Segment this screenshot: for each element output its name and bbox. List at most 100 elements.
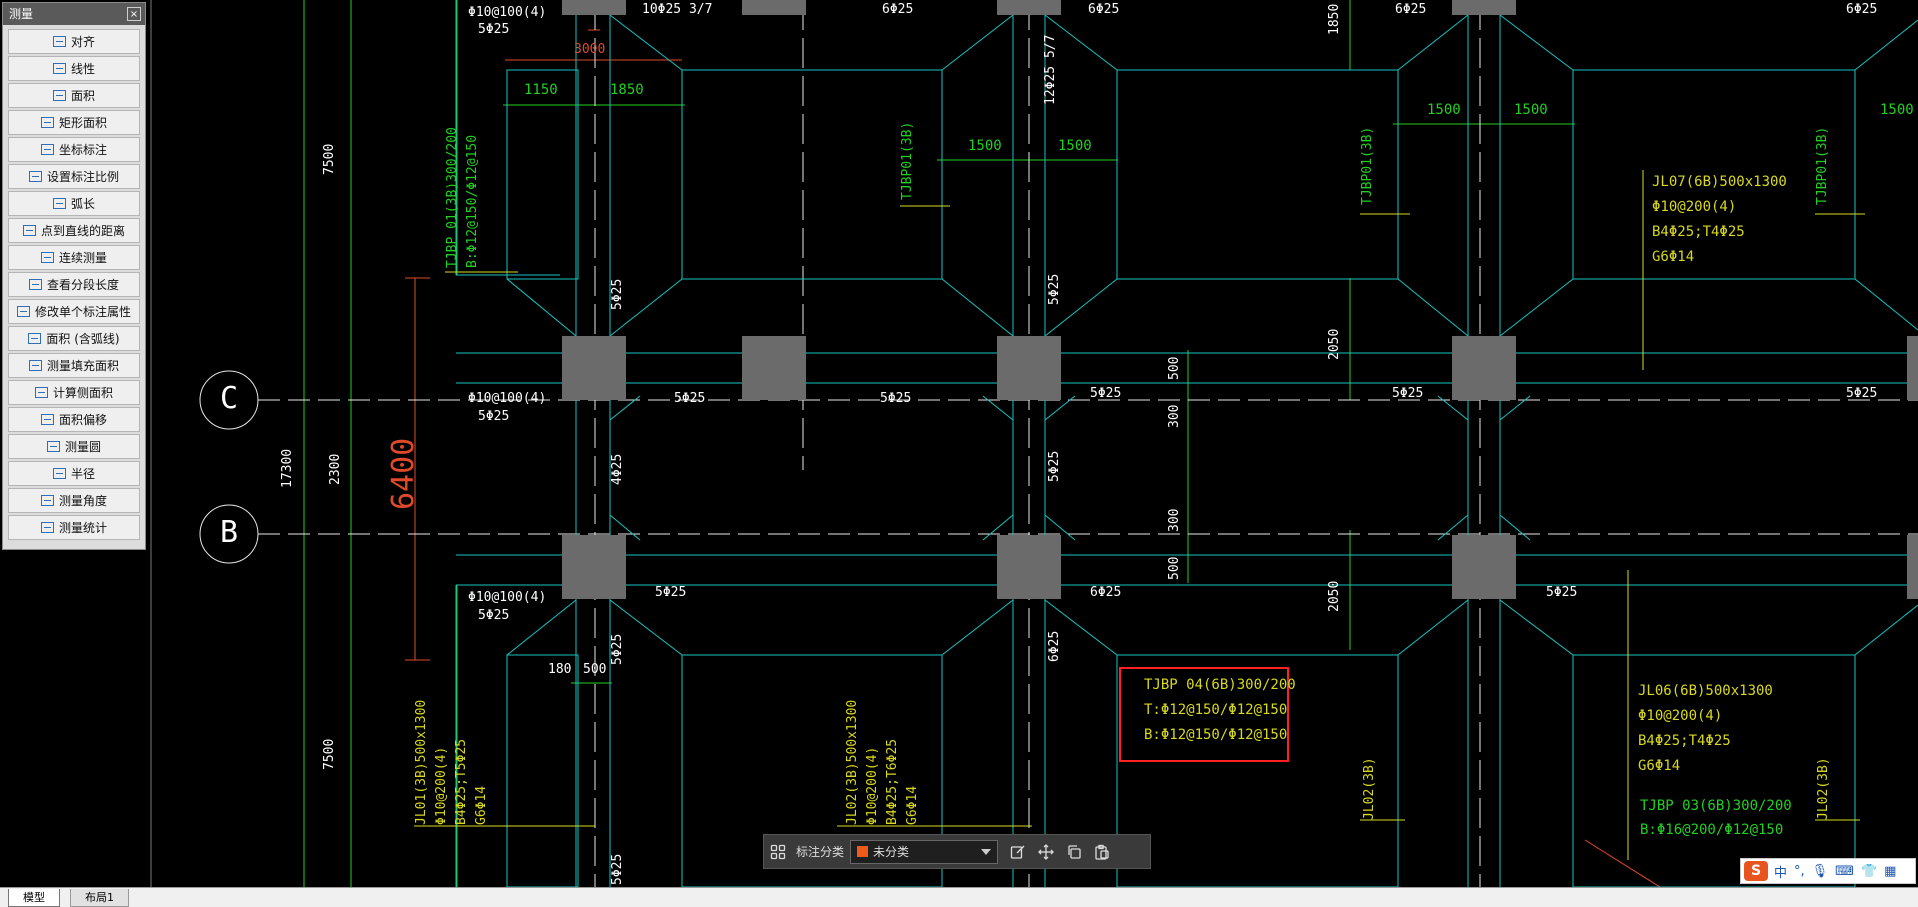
dim-text: 1500 bbox=[1427, 102, 1461, 118]
tjbp01-label: TJBP 01(3B)300/200 B:Φ12@150/Φ12@150 bbox=[443, 127, 483, 268]
category-label: 标注分类 bbox=[796, 845, 845, 859]
dim-text: 2050 bbox=[1327, 580, 1342, 612]
dim-text: 7500 bbox=[322, 143, 337, 175]
close-button[interactable]: × bbox=[127, 7, 141, 21]
tool-angle[interactable]: 测量角度 bbox=[8, 488, 140, 513]
tool-set-scale[interactable]: 设置标注比例 bbox=[8, 164, 140, 189]
panel-title: 测量 bbox=[9, 7, 34, 21]
tool-coordinate[interactable]: 坐标标注 bbox=[8, 137, 140, 162]
scale-icon bbox=[28, 171, 42, 182]
tjbp03-label: TJBP 03(6B)300/200 B:Φ16@200/Φ12@150 bbox=[1640, 794, 1792, 842]
dim-text: 1850 bbox=[610, 82, 644, 98]
coordinate-icon bbox=[40, 144, 54, 155]
rebar-label: 6Φ25 bbox=[1047, 630, 1062, 662]
annotation-line: TJBP 04(6B)300/200 bbox=[1144, 677, 1296, 693]
annotation-line: JL01(3B)500x1300 bbox=[414, 699, 429, 825]
angle-icon bbox=[40, 495, 54, 506]
measure-panel: 测量 × 对齐 线性 面积 矩形面积 坐标标注 设置标注比例 弧长 点到直线的距… bbox=[2, 2, 146, 550]
annotation-line: Φ10@200(4) bbox=[1638, 708, 1723, 724]
tool-continuous[interactable]: 连续测量 bbox=[8, 245, 140, 270]
tool-align[interactable]: 对齐 bbox=[8, 29, 140, 54]
ime-toolbar[interactable]: S 中 °, 🎙 ⌨ 👕 ▦ bbox=[1740, 858, 1916, 884]
edit-icon[interactable] bbox=[1004, 838, 1032, 866]
mic-icon[interactable]: 🎙 bbox=[1812, 864, 1829, 879]
move-icon[interactable] bbox=[1032, 838, 1060, 866]
tool-circle[interactable]: 测量圆 bbox=[8, 434, 140, 459]
tool-arc-length[interactable]: 弧长 bbox=[8, 191, 140, 216]
tool-point-line[interactable]: 点到直线的距离 bbox=[8, 218, 140, 243]
dim-text: 1850 bbox=[1327, 3, 1342, 35]
tool-label: 面积偏移 bbox=[58, 413, 107, 427]
annotation-line: B4Φ25;T4Φ25 bbox=[1638, 733, 1731, 749]
tool-rect-area[interactable]: 矩形面积 bbox=[8, 110, 140, 135]
tool-label: 测量统计 bbox=[58, 521, 107, 535]
tjbp-vertical-label: TJBP01(3B) bbox=[1360, 126, 1375, 205]
keyboard-icon[interactable]: ⌨ bbox=[1835, 864, 1854, 879]
tool-fill-area[interactable]: 测量填充面积 bbox=[8, 353, 140, 378]
tool-side-area[interactable]: 计算侧面积 bbox=[8, 380, 140, 405]
panel-titlebar[interactable]: 测量 × bbox=[3, 3, 145, 25]
category-select[interactable]: 未分类 bbox=[850, 839, 999, 864]
annotation-toolbar: 标注分类 未分类 bbox=[763, 834, 1151, 869]
rebar-label: 5Φ25 bbox=[1392, 386, 1424, 401]
tab-model[interactable]: 模型 bbox=[8, 889, 60, 907]
category-value: 未分类 bbox=[873, 845, 910, 859]
annotation-line: G6Φ14 bbox=[1638, 758, 1681, 774]
tool-label: 测量圆 bbox=[64, 440, 101, 454]
layout-tabs: 模型 布局1 bbox=[0, 887, 1918, 907]
rebar-label: Φ10@100(4) bbox=[468, 590, 547, 605]
rebar-label: 5Φ25 bbox=[478, 608, 510, 623]
tool-area[interactable]: 面积 bbox=[8, 83, 140, 108]
rebar-label: 5Φ25 bbox=[1546, 585, 1578, 600]
rebar-label: 5Φ25 bbox=[1047, 273, 1062, 305]
dim-text: 300 bbox=[1167, 508, 1182, 532]
linear-icon bbox=[52, 63, 66, 74]
copy-icon[interactable] bbox=[1060, 838, 1088, 866]
tool-stats[interactable]: 测量统计 bbox=[8, 515, 140, 540]
tool-segment[interactable]: 查看分段长度 bbox=[8, 272, 140, 297]
annotation-line: B:Φ16@200/Φ12@150 bbox=[1640, 822, 1784, 838]
rebar-label: Φ10@100(4) bbox=[468, 391, 547, 406]
tool-offset[interactable]: 面积偏移 bbox=[8, 407, 140, 432]
chevron-down-icon bbox=[981, 848, 992, 855]
grid-icon[interactable] bbox=[764, 838, 792, 866]
annotation-line: Φ10@200(4) bbox=[434, 746, 449, 825]
tool-linear[interactable]: 线性 bbox=[8, 56, 140, 81]
annotation-line: JL06(6B)500x1300 bbox=[1638, 683, 1773, 699]
annotation-line: G6Φ14 bbox=[1652, 249, 1695, 265]
continuous-icon bbox=[40, 252, 54, 263]
tool-radius[interactable]: 半径 bbox=[8, 461, 140, 486]
tool-edit-prop[interactable]: 修改单个标注属性 bbox=[8, 299, 140, 324]
cad-drawing-canvas[interactable]: C B 3000 1150 1850 1500 1500 1500 1500 1… bbox=[0, 0, 1918, 907]
dim-text: 2300 bbox=[328, 453, 343, 485]
tab-layout1[interactable]: 布局1 bbox=[70, 889, 129, 907]
dim-text: 17300 bbox=[280, 448, 295, 488]
radius-icon bbox=[52, 468, 66, 479]
dim-text: 180 bbox=[548, 662, 572, 677]
rebar-label: 6Φ25 bbox=[1088, 2, 1120, 17]
tjbp04-label: TJBP 04(6B)300/200 T:Φ12@150/Φ12@150 B:Φ… bbox=[1144, 673, 1296, 748]
annotation-line: Φ10@200(4) bbox=[865, 746, 880, 825]
apps-icon[interactable]: ▦ bbox=[1884, 864, 1896, 879]
rebar-label: 5Φ25 bbox=[610, 853, 625, 885]
align-icon bbox=[52, 36, 66, 47]
annotation-line: TJBP 01(3B)300/200 bbox=[445, 127, 460, 268]
dim-text: 6400 bbox=[386, 437, 421, 510]
tool-label: 计算侧面积 bbox=[52, 386, 113, 400]
tool-label: 矩形面积 bbox=[58, 116, 107, 130]
punctuation-icon[interactable]: °, bbox=[1794, 864, 1805, 879]
annotation-line: T:Φ12@150/Φ12@150 bbox=[1144, 702, 1288, 718]
tool-arc-area[interactable]: 面积 (含弧线) bbox=[8, 326, 140, 351]
jl07-label: JL07(6B)500x1300 Φ10@200(4) B4Φ25;T4Φ25 … bbox=[1652, 170, 1787, 270]
annotation-line: B:Φ12@150/Φ12@150 bbox=[1144, 727, 1288, 743]
skin-icon[interactable]: 👕 bbox=[1861, 864, 1877, 879]
area-icon bbox=[52, 90, 66, 101]
ime-lang: 中 bbox=[1774, 865, 1788, 881]
point-line-icon bbox=[22, 225, 36, 236]
annotation-line: G6Φ14 bbox=[905, 785, 920, 825]
tool-label: 查看分段长度 bbox=[46, 278, 119, 292]
jl02-label: JL02(3B)500x1300 Φ10@200(4) B4Φ25;T6Φ25 … bbox=[843, 700, 923, 825]
paste-icon[interactable] bbox=[1088, 838, 1116, 866]
tool-label: 测量角度 bbox=[58, 494, 107, 508]
annotation-line: B4Φ25;T4Φ25 bbox=[1652, 224, 1745, 240]
